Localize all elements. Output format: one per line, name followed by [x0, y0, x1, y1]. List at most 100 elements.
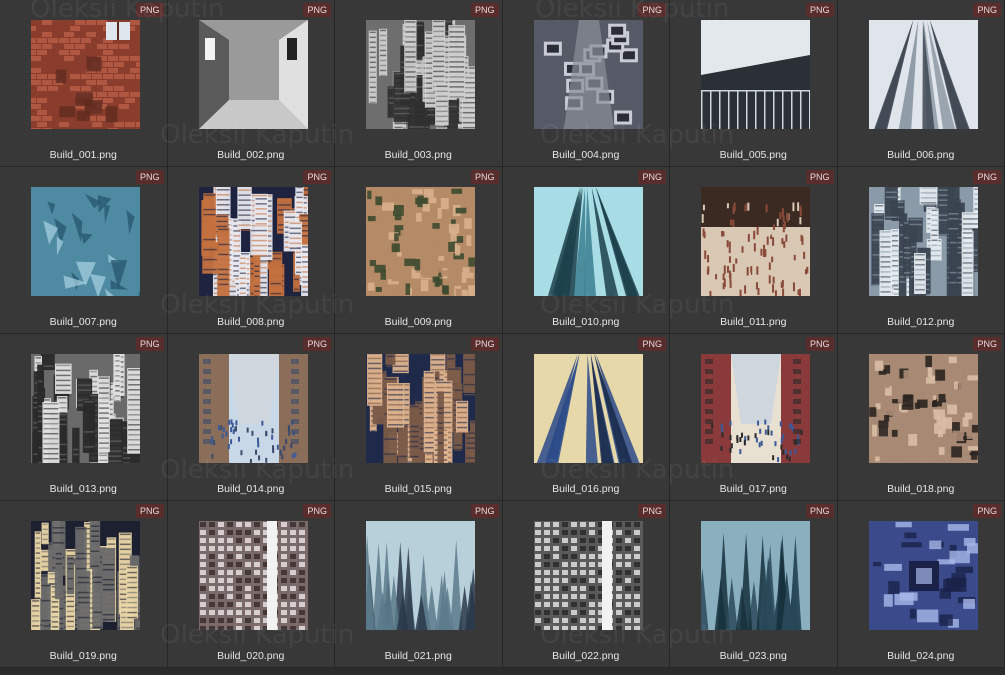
file-name-label: Build_012.png	[887, 316, 955, 328]
file-tile[interactable]: PNG Build_002.png	[167, 0, 335, 167]
file-tile[interactable]: PNG Build_018.png	[837, 334, 1005, 501]
file-type-badge: PNG	[638, 170, 666, 184]
file-name-label: Build_019.png	[49, 650, 117, 662]
file-name-label: Build_010.png	[552, 316, 620, 328]
file-thumbnail[interactable]	[198, 521, 308, 630]
file-thumbnail[interactable]	[366, 354, 475, 463]
file-thumbnail[interactable]	[701, 187, 810, 296]
file-thumbnail[interactable]	[868, 20, 978, 129]
file-name-label: Build_005.png	[719, 149, 787, 161]
file-thumbnail[interactable]	[31, 20, 140, 129]
file-tile[interactable]: PNG Build_015.png	[335, 334, 503, 501]
file-name-label: Build_008.png	[217, 316, 285, 328]
file-tile[interactable]: PNG Build_023.png	[670, 501, 838, 668]
file-tile[interactable]: PNG Build_016.png	[502, 334, 670, 501]
thumbnail-image	[31, 187, 140, 296]
file-thumbnail[interactable]	[701, 521, 810, 630]
file-tile[interactable]: PNG Build_021.png	[335, 501, 503, 668]
thumbnail-image	[366, 521, 475, 630]
file-tile[interactable]: PNG Build_013.png	[0, 334, 168, 501]
file-tile[interactable]: PNG Build_024.png	[837, 501, 1005, 668]
file-type-badge: PNG	[973, 337, 1001, 351]
file-thumbnail[interactable]	[31, 521, 140, 630]
file-tile[interactable]: PNG Build_001.png	[0, 0, 168, 167]
file-thumbnail[interactable]	[198, 354, 308, 463]
file-type-badge: PNG	[303, 504, 331, 518]
file-thumbnail[interactable]	[868, 521, 978, 630]
file-tile[interactable]: PNG Build_020.png	[167, 501, 335, 668]
file-tile[interactable]: PNG Build_010.png	[502, 167, 670, 334]
file-tile[interactable]: PNG Build_017.png	[670, 334, 838, 501]
thumbnail-image	[31, 20, 140, 129]
file-tile[interactable]: PNG Build_008.png	[167, 167, 335, 334]
file-tile[interactable]: PNG Build_014.png	[167, 334, 335, 501]
file-thumbnail[interactable]	[701, 20, 810, 129]
thumbnail-image	[198, 354, 308, 463]
file-type-badge: PNG	[638, 337, 666, 351]
file-name-label: Build_017.png	[719, 483, 787, 495]
thumbnail-image	[366, 20, 475, 129]
file-name-label: Build_023.png	[719, 650, 787, 662]
thumbnail-image	[366, 187, 475, 296]
file-tile[interactable]: PNG Build_009.png	[335, 167, 503, 334]
thumbnail-image	[701, 354, 810, 463]
file-thumbnail[interactable]	[533, 521, 643, 630]
file-type-badge: PNG	[135, 504, 164, 518]
file-type-badge: PNG	[470, 170, 499, 184]
file-name-label: Build_003.png	[384, 149, 452, 161]
thumbnail-image	[198, 187, 308, 296]
file-name-label: Build_009.png	[384, 316, 452, 328]
thumbnail-image	[868, 521, 978, 630]
file-name-label: Build_014.png	[217, 483, 285, 495]
file-name-label: Build_018.png	[887, 483, 955, 495]
file-name-label: Build_015.png	[384, 483, 452, 495]
file-name-label: Build_016.png	[552, 483, 620, 495]
file-tile[interactable]: PNG Build_019.png	[0, 501, 168, 668]
file-tile[interactable]: PNG Build_006.png	[837, 0, 1005, 167]
file-type-badge: PNG	[805, 504, 834, 518]
file-thumbnail[interactable]	[868, 354, 978, 463]
file-name-label: Build_024.png	[887, 650, 955, 662]
file-thumbnail[interactable]	[701, 354, 810, 463]
thumbnail-image	[701, 187, 810, 296]
file-tile[interactable]: PNG Build_007.png	[0, 167, 168, 334]
file-type-badge: PNG	[303, 170, 331, 184]
file-name-label: Build_013.png	[49, 483, 117, 495]
file-thumbnail[interactable]	[31, 354, 140, 463]
thumbnail-image	[31, 521, 140, 630]
file-type-badge: PNG	[973, 3, 1001, 17]
file-thumbnail[interactable]	[366, 20, 475, 129]
thumbnail-image	[533, 521, 643, 630]
file-thumbnail[interactable]	[533, 187, 643, 296]
file-thumbnail[interactable]	[366, 187, 475, 296]
thumbnail-image	[868, 187, 978, 296]
thumbnail-image	[533, 354, 643, 463]
file-tile[interactable]: PNG Build_012.png	[837, 167, 1005, 334]
thumbnail-image	[701, 20, 810, 129]
file-type-badge: PNG	[805, 337, 834, 351]
file-thumbnail[interactable]	[31, 187, 140, 296]
file-name-label: Build_002.png	[217, 149, 285, 161]
file-thumbnail[interactable]	[198, 20, 308, 129]
file-thumbnail[interactable]	[533, 20, 643, 129]
file-type-badge: PNG	[135, 3, 164, 17]
file-type-badge: PNG	[638, 3, 666, 17]
file-type-badge: PNG	[805, 170, 834, 184]
thumbnail-image	[868, 20, 978, 129]
file-tile[interactable]: PNG Build_004.png	[502, 0, 670, 167]
file-tile[interactable]: PNG Build_022.png	[502, 501, 670, 668]
thumbnail-image	[533, 187, 643, 296]
file-thumbnail[interactable]	[868, 187, 978, 296]
file-tile[interactable]: PNG Build_005.png	[670, 0, 838, 167]
file-type-badge: PNG	[303, 3, 331, 17]
file-tile[interactable]: PNG Build_003.png	[335, 0, 503, 167]
file-name-label: Build_007.png	[49, 316, 117, 328]
file-thumbnail[interactable]	[366, 521, 475, 630]
file-type-badge: PNG	[638, 504, 666, 518]
file-thumbnail[interactable]	[198, 187, 308, 296]
thumbnail-image	[701, 521, 810, 630]
file-type-badge: PNG	[135, 337, 164, 351]
file-thumbnail[interactable]	[533, 354, 643, 463]
file-tile[interactable]: PNG Build_011.png	[670, 167, 838, 334]
file-type-badge: PNG	[303, 337, 331, 351]
